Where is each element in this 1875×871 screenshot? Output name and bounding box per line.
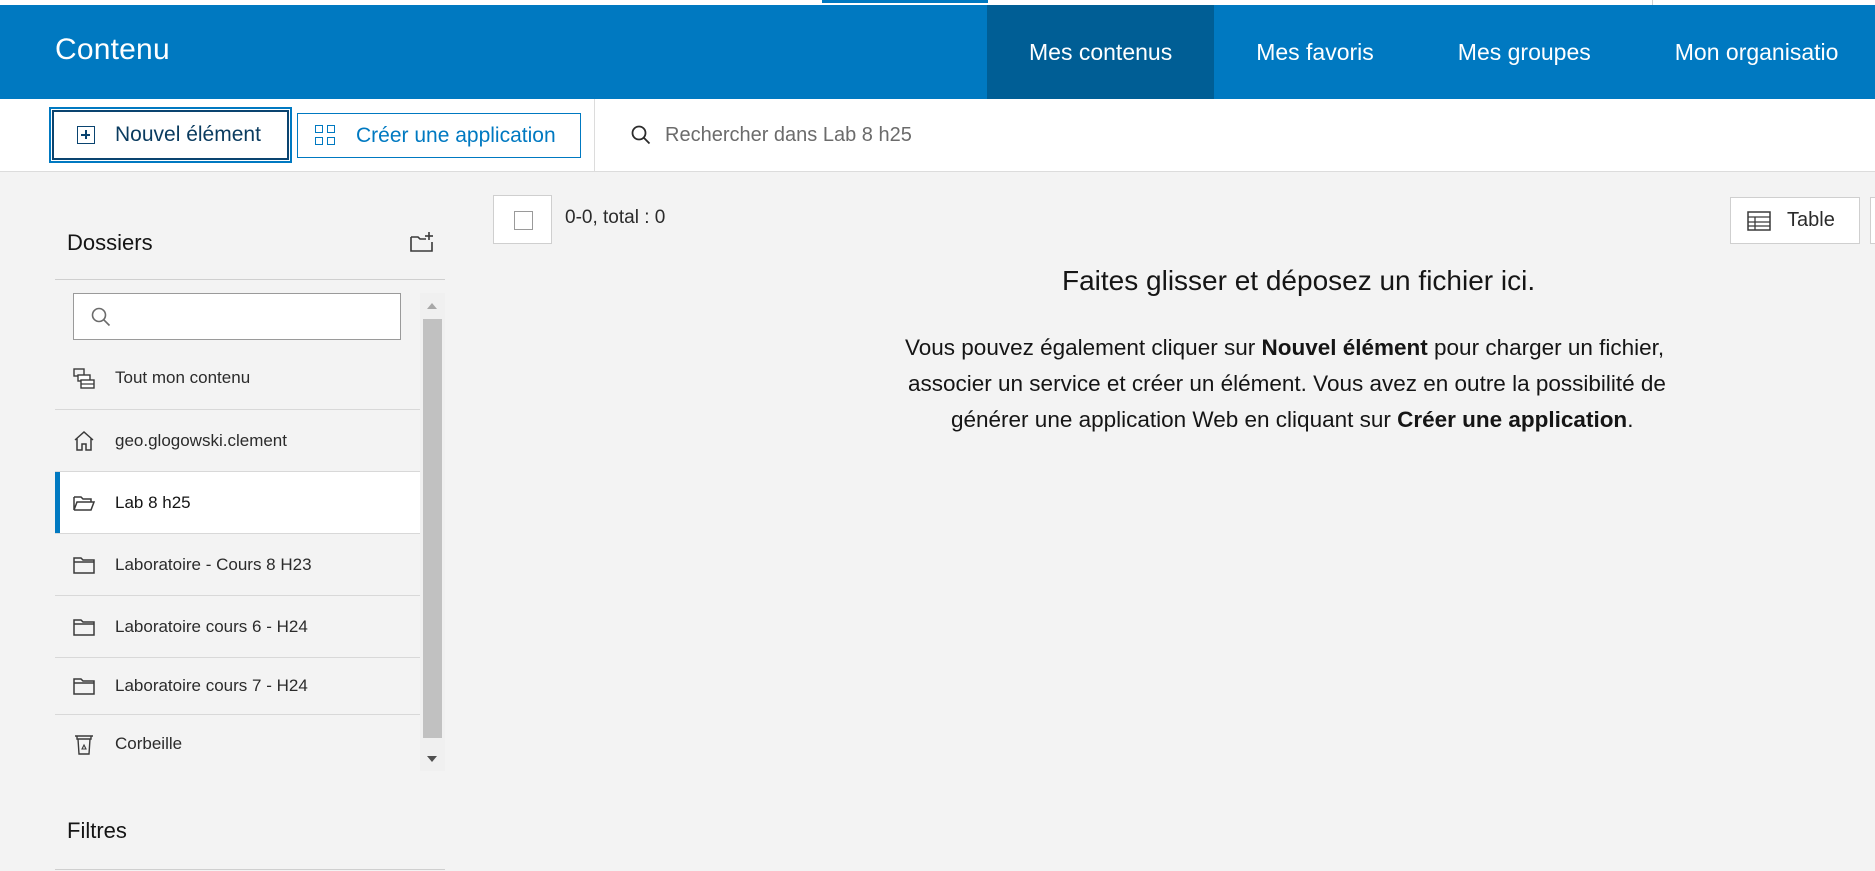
folder-item-lab-8-h25[interactable]: Lab 8 h25 xyxy=(55,472,420,534)
folder-item-laboratoire-cours-7-h24[interactable]: Laboratoire cours 7 - H24 xyxy=(55,658,420,714)
folder-open-icon xyxy=(73,495,96,511)
folder-item-label: Laboratoire cours 6 - H24 xyxy=(115,616,308,636)
folder-item-laboratoire-cours-6-h24[interactable]: Laboratoire cours 6 - H24 xyxy=(55,596,420,658)
table-view-label: Table xyxy=(1787,209,1835,231)
page-title: Contenu xyxy=(55,33,170,66)
header-tabs: Mes contenus Mes favoris Mes groupes Mon… xyxy=(987,5,1875,99)
tab-my-organization[interactable]: Mon organisatio xyxy=(1633,5,1875,99)
drop-text-segment: associer un service et créer un élément.… xyxy=(908,371,1666,396)
folder-item-label: geo.glogowski.clement xyxy=(115,430,287,450)
scrollbar-thumb[interactable] xyxy=(423,319,442,738)
app-header: Contenu Mes contenus Mes favoris Mes gro… xyxy=(0,5,1875,99)
new-item-button[interactable]: Nouvel élément xyxy=(49,107,292,163)
folder-item-label: Laboratoire cours 7 - H24 xyxy=(115,676,308,695)
folder-item-all-content[interactable]: Tout mon contenu xyxy=(55,346,420,410)
folders-heading: Dossiers xyxy=(67,230,153,255)
scroll-up-arrow-icon[interactable] xyxy=(427,303,437,309)
folder-item-label: Corbeille xyxy=(115,733,183,753)
checkbox-box xyxy=(514,211,533,230)
drop-zone-title: Faites glisser et déposez un fichier ici… xyxy=(1062,265,1536,296)
plus-square-icon xyxy=(77,126,95,144)
tab-my-content[interactable]: Mes contenus xyxy=(987,5,1215,99)
select-all-checkbox[interactable] xyxy=(493,195,552,244)
results-count: 0-0, total : 0 xyxy=(565,207,666,228)
folder-item-label: Tout mon contenu xyxy=(115,367,251,387)
tab-my-favorites[interactable]: Mes favoris xyxy=(1214,5,1416,99)
folder-item-laboratoire-cours-8-h23[interactable]: Laboratoire - Cours 8 H23 xyxy=(55,534,420,596)
drop-text-segment: . xyxy=(1627,407,1634,432)
table-view-button[interactable]: Table xyxy=(1730,197,1860,244)
folder-item-label: Lab 8 h25 xyxy=(115,492,191,512)
recycle-bin-icon xyxy=(75,734,93,755)
drop-text-bold: Créer une application xyxy=(1397,407,1628,432)
folder-list-scrollbar[interactable] xyxy=(420,293,445,771)
folders-divider xyxy=(55,279,445,280)
folder-plus-icon[interactable] xyxy=(409,230,435,254)
all-content-icon xyxy=(73,367,95,389)
grid-icon xyxy=(315,124,337,147)
scroll-down-arrow-icon[interactable] xyxy=(427,756,437,762)
table-icon xyxy=(1747,210,1771,231)
search-icon xyxy=(631,125,651,145)
folder-icon xyxy=(73,618,95,636)
view-options-button[interactable] xyxy=(1870,197,1875,244)
search-icon xyxy=(91,307,111,326)
search-input[interactable]: Rechercher dans Lab 8 h25 xyxy=(630,115,1530,155)
create-app-button[interactable]: Créer une application xyxy=(297,113,581,158)
filters-heading: Filtres xyxy=(67,818,127,843)
drop-text-bold: Nouvel élément xyxy=(1261,335,1428,360)
search-placeholder: Rechercher dans Lab 8 h25 xyxy=(665,123,912,146)
drop-zone-text: Vous pouvez également cliquer sur Nouvel… xyxy=(896,330,1875,438)
home-icon xyxy=(74,430,94,451)
drop-text-segment: Vous pouvez également cliquer sur xyxy=(905,335,1262,360)
folder-item-home[interactable]: geo.glogowski.clement xyxy=(55,410,420,472)
folder-item-trash[interactable]: Corbeille xyxy=(55,714,420,772)
toolbar-divider xyxy=(594,99,595,172)
drop-text-segment: générer une application Web en cliquant … xyxy=(951,407,1398,432)
folder-item-label: Laboratoire - Cours 8 H23 xyxy=(115,554,312,574)
filters-divider xyxy=(55,869,445,870)
folder-icon xyxy=(73,678,95,695)
top-strip-indicator xyxy=(822,0,988,3)
folder-icon xyxy=(73,556,95,574)
folder-filter-input[interactable] xyxy=(73,293,401,340)
tab-my-groups[interactable]: Mes groupes xyxy=(1416,5,1633,99)
folder-list: Tout mon contenu geo.glogowski.clement L… xyxy=(55,346,420,772)
create-app-label: Créer une application xyxy=(356,123,556,147)
content-toolbar: Nouvel élément Créer une application Rec… xyxy=(0,99,1875,172)
new-item-label: Nouvel élément xyxy=(115,123,261,146)
drop-text-segment: pour charger un fichier, xyxy=(1427,335,1665,360)
